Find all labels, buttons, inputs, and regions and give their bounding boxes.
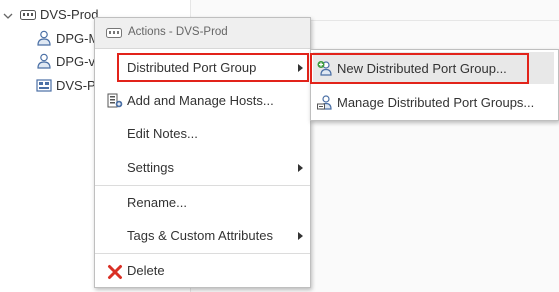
menu-item-delete[interactable]: Delete	[95, 256, 310, 286]
menu-item-label: Delete	[127, 263, 165, 278]
menu-header-title: Actions - DVS-Prod	[128, 26, 228, 38]
menu-item-label: Settings	[127, 160, 174, 175]
submenu-item-manage-distributed-port-groups[interactable]: Manage Distributed Port Groups...	[311, 86, 558, 118]
delete-x-icon	[108, 265, 122, 279]
menu-separator	[95, 253, 310, 254]
menu-item-add-manage-hosts[interactable]: Add and Manage Hosts...	[95, 86, 310, 116]
menu-item-label: Edit Notes...	[127, 126, 198, 141]
menu-item-label: Tags & Custom Attributes	[127, 228, 273, 243]
distributed-switch-icon	[20, 10, 36, 20]
submenu-arrow-icon	[298, 232, 303, 240]
highlight-box-distributed-port-group	[117, 53, 309, 82]
tree-node-label: DVS-Prod	[40, 7, 99, 22]
tree-node-label: DVS-P	[56, 78, 96, 93]
chevron-down-icon[interactable]	[3, 11, 13, 21]
menu-separator	[95, 185, 310, 186]
submenu-item-label: Manage Distributed Port Groups...	[337, 95, 535, 110]
manage-port-groups-icon	[317, 95, 332, 110]
distributed-switch-icon	[106, 28, 122, 38]
menu-item-label: Add and Manage Hosts...	[127, 93, 274, 108]
menu-item-edit-notes[interactable]: Edit Notes...	[95, 119, 310, 149]
uplink-group-icon	[36, 79, 52, 92]
port-group-icon	[37, 30, 51, 46]
menu-item-label: Rename...	[127, 195, 187, 210]
tree-node-label: DPG-v	[56, 54, 95, 69]
menu-item-settings[interactable]: Settings	[95, 153, 310, 183]
port-group-icon	[37, 53, 51, 69]
menu-item-rename[interactable]: Rename...	[95, 188, 310, 218]
tree-node-label: DPG-M	[56, 31, 100, 46]
submenu-arrow-icon	[298, 164, 303, 172]
menu-header: Actions - DVS-Prod	[95, 18, 310, 49]
menu-item-tags-attributes[interactable]: Tags & Custom Attributes	[95, 221, 310, 251]
hosts-icon	[107, 93, 123, 108]
highlight-box-new-distributed-port-group	[310, 53, 529, 84]
